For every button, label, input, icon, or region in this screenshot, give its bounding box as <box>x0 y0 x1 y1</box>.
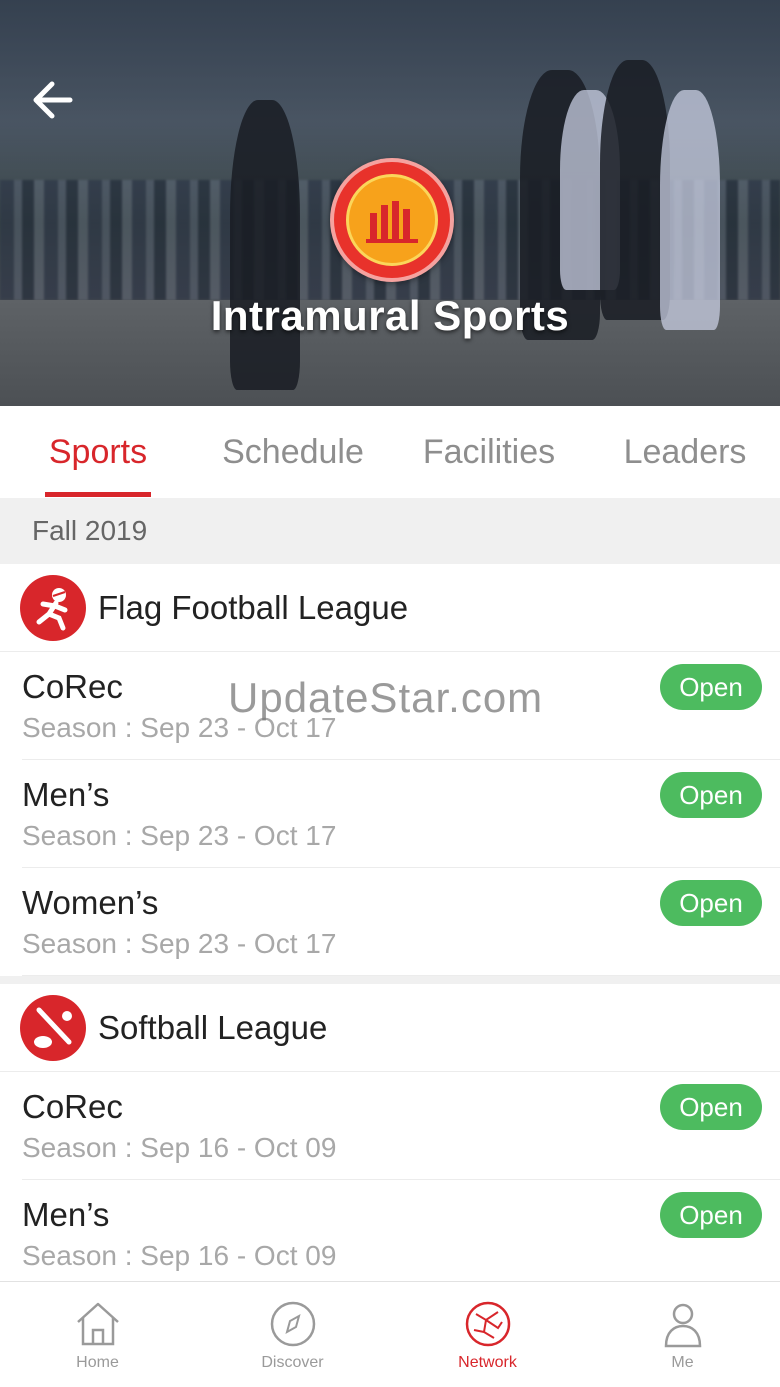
league-title: Flag Football League <box>98 588 409 626</box>
league-list[interactable]: Fall 2019 Flag Football League CoRec Sea… <box>0 498 780 1281</box>
person-icon <box>664 1303 701 1348</box>
division-name: Men’s <box>22 776 110 813</box>
header-hero-image: Intramural Sports <box>0 0 780 406</box>
app-screen: Intramural Sports Sports Schedule Facili… <box>0 0 780 1387</box>
division-row[interactable]: Men’s Season : Sep 23 - Oct 17 Open <box>22 760 780 868</box>
hero-player <box>230 100 300 390</box>
nav-label: Home <box>76 1354 119 1371</box>
open-status-button[interactable]: Open <box>660 1084 762 1130</box>
arrow-left-icon <box>33 81 73 119</box>
softball-icon <box>20 994 86 1061</box>
tab-sports[interactable]: Sports <box>40 406 156 498</box>
active-tab-indicator <box>45 492 151 497</box>
back-button[interactable] <box>26 76 78 124</box>
league-header-flag-football: Flag Football League <box>0 564 780 652</box>
section-divider <box>0 976 780 984</box>
network-icon <box>465 1301 510 1347</box>
compass-icon <box>270 1301 315 1347</box>
tab-leaders[interactable]: Leaders <box>612 406 758 498</box>
nav-discover[interactable]: Discover <box>195 1282 390 1387</box>
open-status-button[interactable]: Open <box>660 664 762 710</box>
page-title: Intramural Sports <box>210 292 570 339</box>
division-row[interactable]: CoRec Season : Sep 23 - Oct 17 Open <box>22 652 780 760</box>
open-status-button[interactable]: Open <box>660 772 762 818</box>
season-header: Fall 2019 <box>0 498 780 564</box>
university-seal-logo <box>330 158 454 282</box>
division-name: CoRec <box>22 668 123 705</box>
open-status-button[interactable]: Open <box>660 880 762 926</box>
division-row[interactable]: CoRec Season : Sep 16 - Oct 09 Open <box>22 1072 780 1180</box>
division-name: Women’s <box>22 884 159 921</box>
nav-label: Me <box>671 1354 694 1371</box>
league-header-softball: Softball League <box>0 984 780 1072</box>
division-name: CoRec <box>22 1088 123 1125</box>
division-name: Men’s <box>22 1196 110 1233</box>
division-row[interactable]: Men’s Season : Sep 16 - Oct 09 Open <box>22 1180 780 1281</box>
league-title: Softball League <box>98 1008 328 1046</box>
division-season: Season : Sep 23 - Oct 17 <box>22 712 337 743</box>
division-season: Season : Sep 16 - Oct 09 <box>22 1132 337 1163</box>
seal-emblem-icon <box>366 201 418 243</box>
tab-facilities[interactable]: Facilities <box>410 406 568 498</box>
nav-label: Network <box>458 1354 517 1371</box>
tab-schedule[interactable]: Schedule <box>210 406 376 498</box>
home-icon <box>76 1302 119 1346</box>
division-row[interactable]: Women’s Season : Sep 23 - Oct 17 Open <box>22 868 780 976</box>
nav-home[interactable]: Home <box>0 1282 195 1387</box>
division-season: Season : Sep 16 - Oct 09 <box>22 1240 337 1271</box>
nav-label: Discover <box>261 1354 324 1371</box>
open-status-button[interactable]: Open <box>660 1192 762 1238</box>
bottom-navigation: Home Discover Network Me <box>0 1281 780 1387</box>
flag-football-icon <box>20 574 86 641</box>
division-season: Season : Sep 23 - Oct 17 <box>22 928 337 959</box>
nav-me[interactable]: Me <box>585 1282 780 1387</box>
division-season: Season : Sep 23 - Oct 17 <box>22 820 337 851</box>
nav-network[interactable]: Network <box>390 1282 585 1387</box>
tab-bar: Sports Schedule Facilities Leaders <box>0 406 780 498</box>
